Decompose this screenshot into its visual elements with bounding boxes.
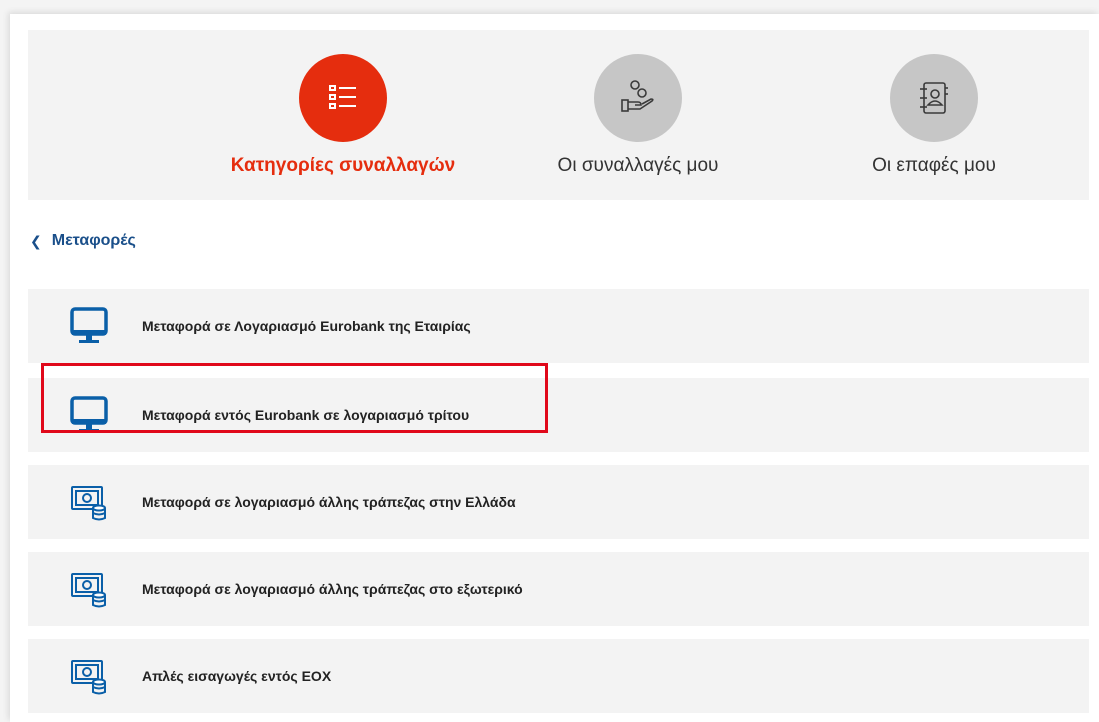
tab-transaction-categories[interactable]: Κατηγορίες συναλλαγών (223, 54, 463, 177)
chevron-left-icon: ❮ (30, 232, 42, 249)
list-item[interactable]: Μεταφορά σε λογαριασμό άλλης τράπεζας στ… (28, 465, 1089, 539)
list-icon (299, 54, 387, 142)
list-item[interactable]: Μεταφορά σε λογαριασμό άλλης τράπεζας στ… (28, 552, 1089, 626)
breadcrumb-back-link[interactable]: ❮ Μεταφορές (30, 232, 136, 250)
tab-my-transactions[interactable]: Οι συναλλαγές μου (518, 54, 758, 177)
tab-label: Κατηγορίες συναλλαγών (230, 155, 456, 176)
list-item[interactable]: Μεταφορά εντός Eurobank σε λογαριασμό τρ… (28, 378, 1089, 452)
tab-label: Οι συναλλαγές μου (557, 155, 719, 176)
list-item-label: Απλές εισαγωγές εντός ΕΟΧ (142, 668, 332, 684)
contacts-book-icon (890, 54, 978, 142)
banknote-coins-icon (68, 481, 110, 523)
monitor-icon (68, 394, 110, 436)
list-item-label: Μεταφορά σε λογαριασμό άλλης τράπεζας στ… (142, 581, 523, 597)
list-item-label: Μεταφορά σε Λογαριασμό Eurobank της Εται… (142, 318, 471, 334)
list-item[interactable]: Απλές εισαγωγές εντός ΕΟΧ (28, 639, 1089, 713)
coins-hand-icon (594, 54, 682, 142)
list-item-label: Μεταφορά εντός Eurobank σε λογαριασμό τρ… (142, 407, 470, 423)
list-item[interactable]: Μεταφορά σε Λογαριασμό Eurobank της Εται… (28, 289, 1089, 363)
tab-my-contacts[interactable]: Οι επαφές μου (814, 54, 1054, 177)
monitor-icon (68, 305, 110, 347)
banknote-coins-icon (68, 655, 110, 697)
list-item-label: Μεταφορά σε λογαριασμό άλλης τράπεζας στ… (142, 494, 516, 510)
banknote-coins-icon (68, 568, 110, 610)
breadcrumb-label: Μεταφορές (51, 232, 136, 249)
category-tabs-bar: Κατηγορίες συναλλαγών Οι συναλλαγές μου (28, 30, 1089, 200)
tab-label: Οι επαφές μου (872, 155, 996, 176)
